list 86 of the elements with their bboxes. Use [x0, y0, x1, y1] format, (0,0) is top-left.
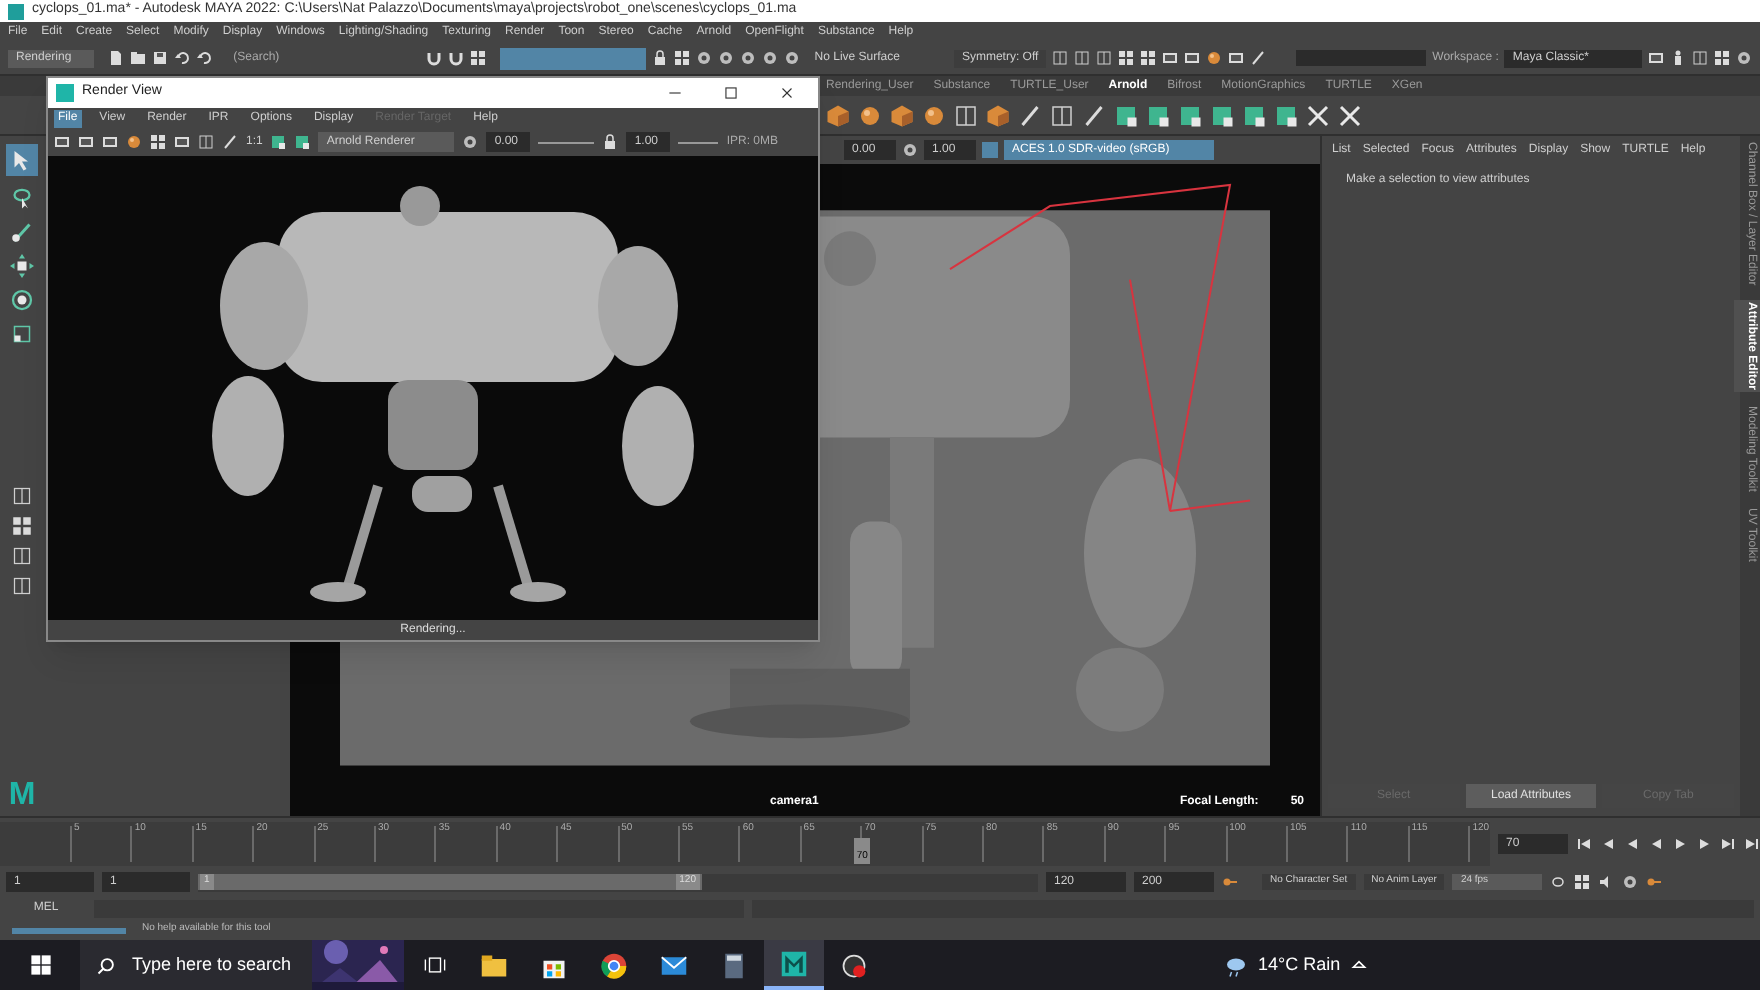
brush-icon[interactable] — [10, 220, 34, 244]
cube-icon[interactable] — [890, 103, 914, 127]
select-arrow-icon — [10, 148, 34, 172]
task-view-icon[interactable] — [423, 954, 445, 976]
square-icon[interactable] — [294, 134, 311, 150]
sphere-icon[interactable] — [858, 103, 882, 127]
key-icon[interactable] — [1222, 874, 1238, 890]
folder-icon — [480, 951, 508, 979]
square-icon[interactable] — [1210, 103, 1234, 127]
loop-icon[interactable] — [1550, 874, 1567, 890]
layout-icon[interactable] — [1692, 50, 1709, 66]
gear-icon[interactable] — [1736, 50, 1753, 66]
square-icon[interactable] — [1146, 103, 1170, 127]
app-icon — [8, 3, 24, 19]
lasso-icon[interactable] — [10, 186, 34, 210]
gear-icon[interactable] — [902, 142, 918, 158]
layout-icon[interactable] — [1052, 50, 1069, 66]
select-tool-button[interactable] — [6, 144, 38, 176]
sphere-icon[interactable] — [922, 103, 946, 127]
calculator-icon — [720, 951, 748, 979]
layout-icon[interactable] — [12, 546, 32, 566]
layout-icon[interactable] — [12, 486, 32, 506]
layout-icon[interactable] — [198, 134, 214, 150]
gear-icon[interactable] — [462, 134, 479, 150]
grid-icon[interactable] — [469, 50, 486, 66]
square-icon[interactable] — [1178, 103, 1202, 127]
mail-icon — [660, 951, 688, 979]
cross-icon[interactable] — [1338, 103, 1362, 127]
layout-icon[interactable] — [1096, 50, 1113, 66]
search-icon — [96, 955, 116, 975]
color-management-toggle[interactable] — [982, 142, 998, 158]
skip-back-icon[interactable] — [1576, 835, 1592, 851]
render-icon[interactable] — [174, 134, 190, 150]
render-icon[interactable] — [1228, 50, 1245, 66]
person-icon[interactable] — [1670, 50, 1687, 66]
weather-text[interactable]: 14°C Rain — [1258, 951, 1341, 979]
grid-icon[interactable] — [12, 516, 32, 536]
grid-icon[interactable] — [674, 50, 691, 66]
sphere-icon[interactable] — [1206, 50, 1223, 66]
taskbar-search-field[interactable]: Type here to search — [80, 940, 404, 990]
cube-icon[interactable] — [826, 103, 850, 127]
cloud-icon[interactable] — [1224, 953, 1248, 977]
pencil-icon[interactable] — [222, 134, 238, 150]
grid-icon[interactable] — [1714, 50, 1731, 66]
app-icon — [56, 84, 74, 102]
close-icon — [777, 84, 795, 102]
lock-icon[interactable] — [602, 134, 619, 150]
layout-icon[interactable] — [12, 576, 32, 596]
maya-logo: M — [8, 780, 36, 812]
square-icon[interactable] — [1274, 103, 1298, 127]
command-field[interactable] — [1296, 50, 1427, 66]
save-icon[interactable] — [151, 50, 168, 66]
gear-icon[interactable] — [1622, 874, 1639, 890]
caret-icon[interactable] — [1350, 956, 1369, 974]
sphere-icon[interactable] — [126, 134, 142, 150]
windows-icon — [29, 954, 51, 976]
app-icon — [780, 949, 808, 977]
pencil-icon[interactable] — [1082, 103, 1106, 127]
lock-icon[interactable] — [652, 50, 669, 66]
search-placeholder: Type here to search — [132, 951, 292, 978]
move-icon[interactable] — [10, 254, 34, 278]
layout-icon[interactable] — [1050, 103, 1074, 127]
grid-icon[interactable] — [1140, 50, 1157, 66]
layout-icon[interactable] — [954, 103, 978, 127]
browser-icon — [600, 951, 628, 979]
render-icon[interactable] — [1648, 50, 1665, 66]
square-icon[interactable] — [270, 134, 287, 150]
folder-icon[interactable] — [129, 50, 146, 66]
record-icon — [840, 951, 868, 979]
document-icon[interactable] — [107, 50, 124, 66]
maximize-icon — [721, 84, 739, 102]
square-icon[interactable] — [1114, 103, 1138, 127]
key-icon[interactable] — [1646, 874, 1663, 890]
grid-icon[interactable] — [150, 134, 166, 150]
grid-icon[interactable] — [1574, 874, 1591, 890]
skip-forward-icon[interactable] — [1744, 835, 1760, 851]
cube-icon[interactable] — [986, 103, 1010, 127]
pencil-icon[interactable] — [1018, 103, 1042, 127]
cross-icon[interactable] — [1306, 103, 1330, 127]
pencil-icon[interactable] — [1250, 50, 1267, 66]
rotate-icon[interactable] — [10, 288, 34, 312]
square-icon[interactable] — [1242, 103, 1266, 127]
skip-forward-icon[interactable] — [1720, 835, 1736, 851]
layout-icon[interactable] — [1074, 50, 1091, 66]
grid-icon[interactable] — [1118, 50, 1135, 66]
scale-icon[interactable] — [10, 322, 34, 346]
